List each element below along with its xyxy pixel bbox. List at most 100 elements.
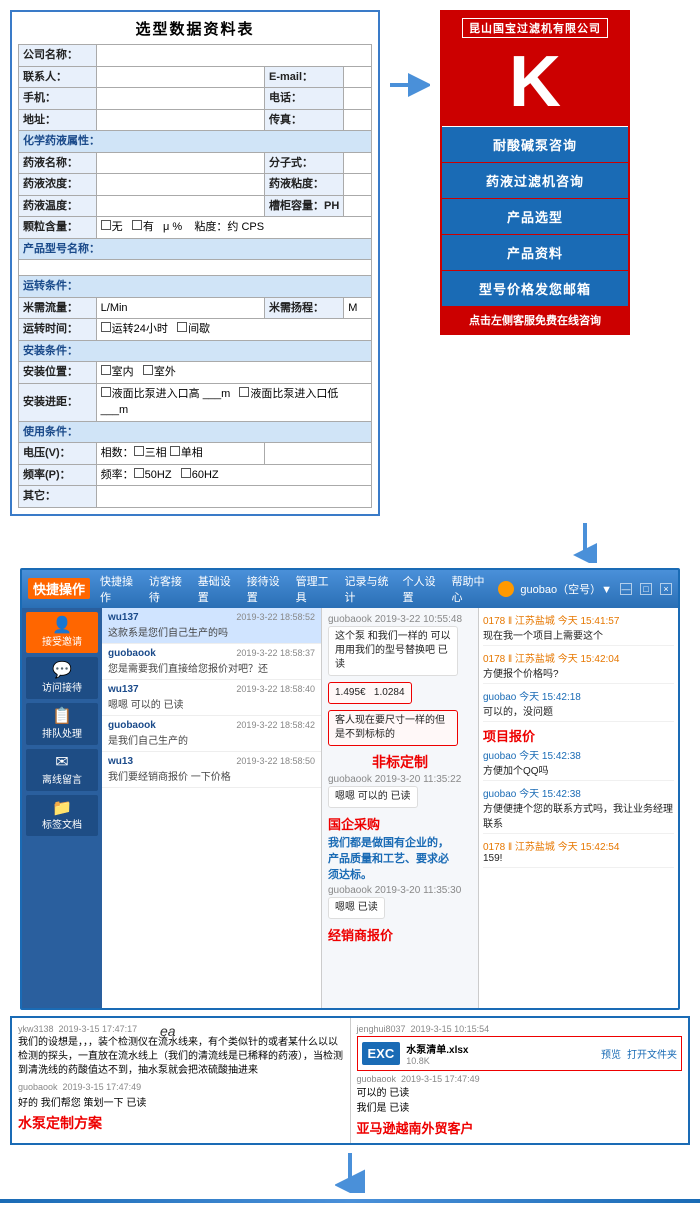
- preview-btn[interactable]: 预览: [601, 1046, 621, 1061]
- menu-item-0[interactable]: 耐酸碱泵咨询: [442, 127, 628, 163]
- right-msg-5: 0178 ‖ 江苏盐城 今天 15:42:54 159!: [483, 838, 674, 868]
- conv-sender-0: wu137: [108, 612, 139, 623]
- offline-icon: ✉: [28, 753, 96, 774]
- form-title: 选型数据资料表: [18, 18, 372, 39]
- maximize-btn[interactable]: □: [640, 583, 652, 595]
- menu-basic[interactable]: 基础设置: [196, 572, 237, 606]
- conv-item-2[interactable]: wu137 2019-3-22 18:58:40 嗯嗯 可以的 已读: [102, 680, 321, 716]
- inlet-label: 安装进距：: [19, 383, 97, 421]
- fax-value: [344, 109, 372, 131]
- right-msg-text-3: 方便加个QQ吗: [483, 762, 674, 777]
- address-value: [96, 109, 264, 131]
- form-card: 选型数据资料表 公司名称： 联系人： E-mail： 手机： 电话： 地址：: [10, 10, 380, 516]
- label-jingxiao: 经销商报价: [328, 925, 472, 944]
- menu-quick[interactable]: 快捷操作: [98, 572, 139, 606]
- molecular-value: [344, 152, 372, 174]
- conv-time-2: 2019-3-22 18:58:40: [236, 684, 315, 694]
- conv-item-0[interactable]: wu137 2019-3-22 18:58:52 这款系是您们自己生产的吗: [102, 608, 321, 644]
- tab-queue-label: 排队处理: [42, 729, 82, 740]
- msg-bubble-0: 这个泵 和我们一样的 可以用用我们的型号替换吧 已读: [328, 626, 458, 676]
- conv-item-4[interactable]: wu13 2019-3-22 18:58:50 我们要经销商报价 一下价格: [102, 752, 321, 788]
- open-folder-btn[interactable]: 打开文件夹: [627, 1046, 677, 1061]
- tab-visit[interactable]: 💬 访问接待: [26, 657, 98, 699]
- chat-sidebar: 👤 接受邀请 💬 访问接待 📋 排队处理 ✉ 离线留言 📁 标签文档: [22, 608, 102, 1008]
- freq-value: 频率：50HZ 60HZ: [96, 464, 371, 486]
- menu-personal[interactable]: 个人设置: [401, 572, 442, 606]
- range-value: M: [344, 297, 372, 319]
- conv-preview-4: 我们要经销商报价 一下价格: [108, 768, 315, 783]
- operation-header: 运转条件：: [19, 276, 372, 298]
- bottom-sender3: jenghui8037 2019-3-15 10:15:54: [357, 1024, 683, 1034]
- conv-sender-3: guobaook: [108, 720, 156, 731]
- menu-reception[interactable]: 接待设置: [245, 572, 286, 606]
- msg-row-0: guobaook 2019-3-22 10:55:48 这个泵 和我们一样的 可…: [328, 614, 472, 676]
- tel-label: 电话：: [264, 88, 343, 110]
- menu-item-3[interactable]: 产品资料: [442, 235, 628, 271]
- tab-visit-label: 访问接待: [42, 683, 82, 694]
- right-msg-header-2: guobao 今天 15:42:18: [483, 688, 674, 703]
- fax-label: 传真：: [264, 109, 343, 131]
- docs-icon: 📁: [28, 799, 96, 820]
- right-msg-text-1: 方便报个价格吗?: [483, 665, 674, 680]
- menu-item-4[interactable]: 型号价格发您邮箱: [442, 271, 628, 307]
- top-section: 选型数据资料表 公司名称： 联系人： E-mail： 手机： 电话： 地址：: [0, 0, 700, 521]
- bottom-msg5: 我们是 已读: [357, 1099, 683, 1114]
- bottom-conv-left: ykw3138 2019-3-15 17:47:17 我们的设想是，，，装个检测…: [12, 1018, 351, 1143]
- visc-value: [344, 174, 372, 196]
- cb-have: 有: [132, 221, 154, 233]
- temp-label: 药液温度：: [19, 195, 97, 217]
- right-msg-2: guobao 今天 15:42:18 可以的，没问题: [483, 688, 674, 722]
- chat-toolbar: 快捷操作 快捷操作 访客接待 基础设置 接待设置 管理工具 记录与统计 个人设置…: [22, 570, 678, 608]
- tab-offline[interactable]: ✉ 离线留言: [26, 749, 98, 791]
- phone-label: 手机：: [19, 88, 97, 110]
- conv-sender-1: guobaook: [108, 648, 156, 659]
- form-table: 公司名称： 联系人： E-mail： 手机： 电话： 地址： 传真：: [18, 44, 372, 508]
- menu-manage[interactable]: 管理工具: [294, 572, 335, 606]
- tab-offline-label: 离线留言: [42, 775, 82, 786]
- menu-help[interactable]: 帮助中心: [449, 572, 490, 606]
- product-value: [19, 260, 372, 276]
- right-panel: 0178 ‖ 江苏盐城 今天 15:41:57 现在我一个项目上需要这个 017…: [478, 608, 678, 1008]
- bottom-msg2: 好的 我们帮您 策划一下 已读: [18, 1094, 344, 1109]
- receive-icon: 👤: [28, 616, 96, 637]
- other-value: [96, 486, 371, 508]
- conv-item-1[interactable]: guobaook 2019-3-22 18:58:37 您是需要我们直接给您报价…: [102, 644, 321, 680]
- tel-value: [344, 88, 372, 110]
- menu-visit[interactable]: 访客接待: [147, 572, 188, 606]
- user-avatar: [498, 581, 514, 597]
- company-label: 公司名称：: [19, 45, 97, 67]
- msg-area: guobaook 2019-3-22 10:55:48 这个泵 和我们一样的 可…: [322, 608, 478, 1008]
- msg-row-1: 1.495€ 1.0284: [328, 682, 472, 704]
- msg-bubble-4: 嗯嗯 已读: [328, 897, 385, 919]
- conv-preview-3: 是我们自己生产的: [108, 732, 315, 747]
- menu-records[interactable]: 记录与统计: [342, 572, 392, 606]
- visc-label: 药液粘度：: [264, 174, 343, 196]
- right-msg-4: guobao 今天 15:42:38 方便便捷个您的联系方式吗，我让业务经理联系: [483, 785, 674, 834]
- tab-docs[interactable]: 📁 标签文档: [26, 795, 98, 837]
- tab-receive[interactable]: 👤 接受邀请: [26, 612, 98, 654]
- chemical-header: 化学药液属性：: [19, 131, 372, 153]
- menu-item-1[interactable]: 药液过滤机咨询: [442, 163, 628, 199]
- close-btn[interactable]: ×: [660, 583, 672, 595]
- right-msg-header-5: 0178 ‖ 江苏盐城 今天 15:42:54: [483, 838, 674, 853]
- minimize-btn[interactable]: —: [620, 583, 632, 595]
- right-msg-header-4: guobao 今天 15:42:38: [483, 785, 674, 800]
- msg-row-2: 客人现在要尺寸一样的但是不到标标的: [328, 710, 472, 746]
- conc-label: 药液浓度：: [19, 174, 97, 196]
- right-msg-header-1: 0178 ‖ 江苏盐城 今天 15:42:04: [483, 650, 674, 665]
- conv-sender-2: wu137: [108, 684, 139, 695]
- file-attachment: EXC 水泵清单.xlsx 10.8K 预览 打开文件夹: [357, 1036, 683, 1071]
- visit-icon: 💬: [28, 661, 96, 682]
- conv-item-3[interactable]: guobaook 2019-3-22 18:58:42 是我们自己生产的: [102, 716, 321, 752]
- location-value: 室内 室外: [96, 362, 371, 384]
- menu-item-2[interactable]: 产品选型: [442, 199, 628, 235]
- msg-row-3: guobaook 2019-3-20 11:35:22 嗯嗯 可以的 已读: [328, 774, 472, 808]
- conv-time-1: 2019-3-22 18:58:37: [236, 648, 315, 658]
- tab-queue[interactable]: 📋 排队处理: [26, 703, 98, 745]
- right-msg-header-3: guobao 今天 15:42:38: [483, 747, 674, 762]
- tab-docs-label: 标签文档: [42, 820, 82, 831]
- label-feibiao: 非标定制: [328, 752, 472, 772]
- label-amazon: 亚马逊越南外贸客户: [357, 1118, 683, 1137]
- msg-bubble-1: 1.495€ 1.0284: [328, 682, 412, 704]
- install-header: 安装条件：: [19, 340, 372, 362]
